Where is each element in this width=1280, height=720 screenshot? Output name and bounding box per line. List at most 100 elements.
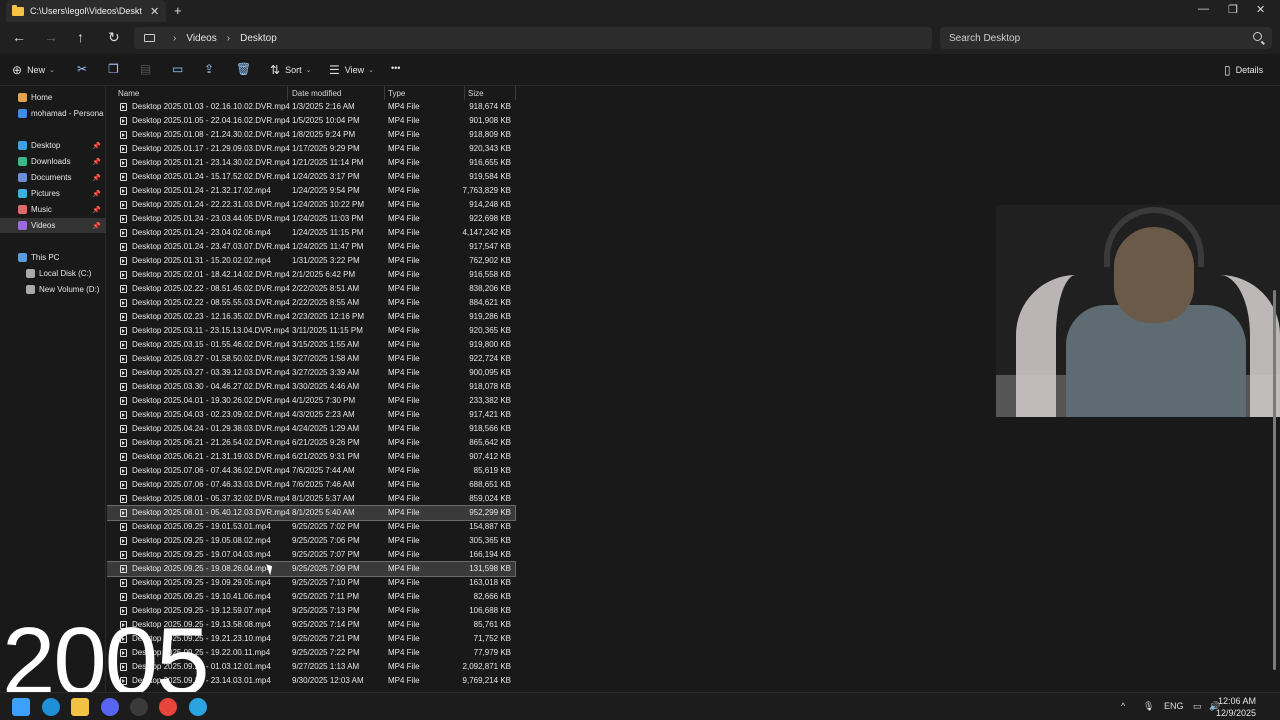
close-window-button[interactable]: ✕ — [1256, 3, 1265, 16]
file-row[interactable]: Desktop 2025.02.23 - 12.16.35.02.DVR.mp4… — [107, 310, 515, 324]
sidebar-item-downloads[interactable]: Downloads 📌 — [0, 154, 106, 169]
file-row[interactable]: Desktop 2025.01.24 - 22.22.31.03.DVR.mp4… — [107, 198, 515, 212]
file-row[interactable]: Desktop 2025.03.15 - 01.55.46.02.DVR.mp4… — [107, 338, 515, 352]
file-row[interactable]: Desktop 2025.03.27 - 01.58.50.02.DVR.mp4… — [107, 352, 515, 366]
column-name[interactable]: Name — [118, 89, 139, 98]
file-row[interactable]: Desktop 2025.09.25 - 19.07.04.03.mp4 9/25… — [107, 548, 515, 562]
maximize-button[interactable]: ❐ — [1228, 3, 1238, 16]
tray-overflow-icon[interactable]: ^ — [1121, 701, 1125, 711]
column-divider[interactable] — [464, 86, 465, 100]
search-input[interactable]: Search Desktop — [940, 27, 1272, 49]
details-pane-button[interactable]: ▯ Details — [1224, 63, 1263, 77]
back-button[interactable]: ← — [12, 29, 26, 45]
share-icon[interactable]: ⇪ — [204, 62, 214, 76]
sidebar-item-pictures[interactable]: Pictures 📌 — [0, 186, 106, 201]
up-button[interactable]: ↑ — [77, 29, 84, 45]
file-date: 1/17/2025 9:29 PM — [292, 144, 360, 153]
file-row[interactable]: Desktop 2025.09.25 - 19.08.26.04.mp4 9/25… — [107, 561, 516, 577]
breadcrumb-desktop[interactable]: Desktop — [240, 33, 277, 44]
file-row[interactable]: Desktop 2025.04.03 - 02.23.09.02.DVR.mp4… — [107, 408, 515, 422]
file-row[interactable]: Desktop 2025.01.17 - 21.29.09.03.DVR.mp4… — [107, 142, 515, 156]
column-divider[interactable] — [287, 86, 288, 100]
new-tab-button[interactable]: + — [174, 3, 182, 18]
file-row[interactable]: Desktop 2025.01.05 - 22.04.16.02.DVR.mp4… — [107, 114, 515, 128]
file-row[interactable]: Desktop 2025.09.25 - 19.05.08.02.mp4 9/25… — [107, 534, 515, 548]
file-row[interactable]: Desktop 2025.07.06 - 07.46.33.03.DVR.mp4… — [107, 478, 515, 492]
column-date-modified[interactable]: Date modified — [292, 89, 341, 98]
chrome-icon[interactable] — [159, 698, 177, 716]
discord-icon[interactable] — [101, 698, 119, 716]
copy-icon[interactable]: ❐ — [108, 62, 119, 76]
sidebar-item-mohamad-persona[interactable]: mohamad - Persona — [0, 106, 106, 121]
clock[interactable]: 12:06 AM 12/9/2025 — [1216, 695, 1256, 719]
tab-close-button[interactable]: ✕ — [150, 5, 159, 18]
pin-icon: 📌 — [92, 142, 101, 150]
file-name: Desktop 2025.04.24 - 01.29.38.03.DVR.mp4 — [132, 424, 290, 433]
start-icon[interactable] — [12, 698, 30, 716]
file-row[interactable]: Desktop 2025.03.27 - 03.39.12.03.DVR.mp4… — [107, 366, 515, 380]
navigation-bar: ← → ↑ ↻ › Videos › Desktop Search Deskto… — [0, 22, 1280, 54]
paste-icon[interactable]: ▤ — [140, 62, 151, 76]
sidebar-item-local-disk-c[interactable]: Local Disk (C:) — [0, 266, 106, 281]
file-row[interactable]: Desktop 2025.01.31 - 15.20.02.02.mp4 1/31… — [107, 254, 515, 268]
new-button[interactable]: ⊕ New ⌄ — [12, 63, 55, 77]
cut-icon[interactable]: ✂ — [77, 62, 87, 76]
view-button[interactable]: ☰ View ⌄ — [329, 63, 374, 77]
refresh-button[interactable]: ↻ — [108, 29, 120, 46]
sidebar-item-this-pc[interactable]: This PC — [0, 250, 106, 265]
file-row[interactable]: Desktop 2025.02.22 - 08.55.55.03.DVR.mp4… — [107, 296, 515, 310]
address-bar[interactable]: › Videos › Desktop — [134, 27, 932, 49]
file-row[interactable]: Desktop 2025.04.24 - 01.29.38.03.DVR.mp4… — [107, 422, 515, 436]
rename-icon[interactable]: ▭ — [172, 62, 183, 76]
language-indicator[interactable]: ENG — [1164, 701, 1184, 711]
file-row[interactable]: Desktop 2025.07.06 - 07.44.36.02.DVR.mp4… — [107, 464, 515, 478]
file-row[interactable]: Desktop 2025.08.01 - 05.40.12.03.DVR.mp4… — [107, 505, 516, 521]
column-size[interactable]: Size — [468, 89, 484, 98]
microphone-icon[interactable]: 🎙 — [1143, 701, 1154, 712]
minimize-button[interactable]: — — [1198, 3, 1209, 15]
tab-explorer[interactable]: C:\Users\legol\Videos\Deskto ✕ — [6, 0, 166, 22]
sidebar-item-videos[interactable]: Videos 📌 — [0, 218, 106, 233]
file-row[interactable]: Desktop 2025.01.21 - 23.14.30.02.DVR.mp4… — [107, 156, 515, 170]
delete-icon[interactable]: 🗑 — [236, 62, 251, 76]
more-options-button[interactable]: ••• — [391, 63, 400, 73]
sidebar-item-label: mohamad - Persona — [31, 109, 104, 118]
file-row[interactable]: Desktop 2025.01.03 - 02.16.10.02.DVR.mp4… — [107, 100, 515, 114]
file-row[interactable]: Desktop 2025.01.24 - 15.17.52.02.DVR.mp4… — [107, 170, 515, 184]
file-row[interactable]: Desktop 2025.09.25 - 19.01.53.01.mp4 9/25… — [107, 520, 515, 534]
file-explorer-icon[interactable] — [71, 698, 89, 716]
sort-button[interactable]: ⇅ Sort ⌄ — [270, 63, 311, 77]
network-icon[interactable]: ▭ — [1193, 701, 1202, 712]
file-type: MP4 File — [388, 256, 420, 265]
file-row[interactable]: Desktop 2025.03.30 - 04.46.27.02.DVR.mp4… — [107, 380, 515, 394]
file-row[interactable]: Desktop 2025.06.21 - 21.31.19.03.DVR.mp4… — [107, 450, 515, 464]
file-name: Desktop 2025.01.21 - 23.14.30.02.DVR.mp4 — [132, 158, 290, 167]
file-row[interactable]: Desktop 2025.09.25 - 19.09.29.05.mp4 9/25… — [107, 576, 515, 590]
file-row[interactable]: Desktop 2025.02.01 - 18.42.14.02.DVR.mp4… — [107, 268, 515, 282]
edge-icon[interactable] — [42, 698, 60, 716]
column-type[interactable]: Type — [388, 89, 405, 98]
sidebar-item-music[interactable]: Music 📌 — [0, 202, 106, 217]
forward-button[interactable]: → — [44, 29, 58, 45]
telegram-icon[interactable] — [189, 698, 207, 716]
file-row[interactable]: Desktop 2025.01.24 - 23.04.02.06.mp4 1/24… — [107, 226, 515, 240]
file-row[interactable]: Desktop 2025.06.21 - 21.26.54.02.DVR.mp4… — [107, 436, 515, 450]
sidebar-item-documents[interactable]: Documents 📌 — [0, 170, 106, 185]
file-row[interactable]: Desktop 2025.09.25 - 19.10.41.06.mp4 9/25… — [107, 590, 515, 604]
file-row[interactable]: Desktop 2025.02.22 - 08.51.45.02.DVR.mp4… — [107, 282, 515, 296]
column-divider[interactable] — [515, 86, 516, 100]
vertical-scrollbar[interactable] — [1273, 290, 1276, 670]
steam-icon[interactable] — [130, 698, 148, 716]
file-row[interactable]: Desktop 2025.04.01 - 19.30.26.02.DVR.mp4… — [107, 394, 515, 408]
sidebar-item-desktop[interactable]: Desktop 📌 — [0, 138, 106, 153]
breadcrumb-videos[interactable]: Videos — [186, 33, 216, 44]
sidebar-item-home[interactable]: Home — [0, 90, 106, 105]
column-divider[interactable] — [384, 86, 385, 100]
file-row[interactable]: Desktop 2025.01.24 - 23.03.44.05.DVR.mp4… — [107, 212, 515, 226]
file-row[interactable]: Desktop 2025.03.11 - 23.15.13.04.DVR.mp4… — [107, 324, 515, 338]
file-row[interactable]: Desktop 2025.08.01 - 05.37.32.02.DVR.mp4… — [107, 492, 515, 506]
file-row[interactable]: Desktop 2025.01.08 - 21.24.30.02.DVR.mp4… — [107, 128, 515, 142]
file-row[interactable]: Desktop 2025.01.24 - 23.47.03.07.DVR.mp4… — [107, 240, 515, 254]
sidebar-item-new-volume-d[interactable]: New Volume (D:) — [0, 282, 106, 297]
file-row[interactable]: Desktop 2025.01.24 - 21.32.17.02.mp4 1/24… — [107, 184, 515, 198]
